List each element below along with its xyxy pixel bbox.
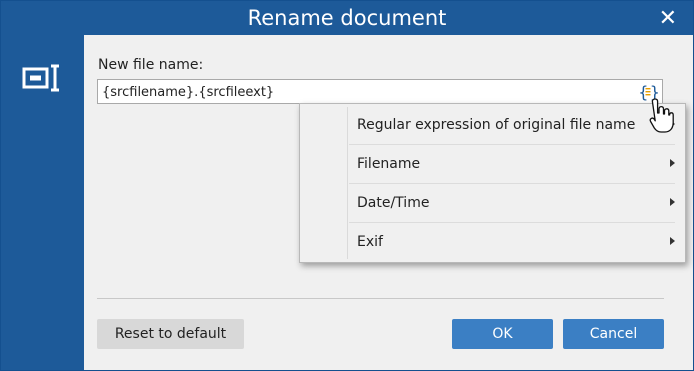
title-bar[interactable]: Rename document ✕ (1, 1, 693, 35)
footer-divider (97, 298, 664, 299)
placeholder-menu: Regular expression of original file name… (299, 103, 686, 263)
submenu-arrow-icon (670, 237, 675, 245)
reset-to-default-button[interactable]: Reset to default (97, 319, 244, 349)
menu-gutter (347, 107, 348, 259)
sidebar (1, 35, 84, 370)
submenu-arrow-icon (670, 159, 675, 167)
rename-icon (22, 64, 59, 92)
menu-item-label: Filename (357, 156, 421, 172)
menu-item-filename[interactable]: Filename (349, 145, 683, 183)
menu-item-label: Exif (357, 234, 383, 250)
rename-dialog: Rename document ✕ New file name: {srcfil… (0, 0, 694, 371)
cancel-button[interactable]: Cancel (563, 319, 664, 349)
new-file-name-label: New file name: (98, 57, 204, 73)
file-name-input[interactable]: {srcfilename}.{srcfileext} (97, 79, 663, 104)
ok-button[interactable]: OK (452, 319, 553, 349)
dialog-title: Rename document (247, 6, 447, 30)
menu-item-label: Regular expression of original file name (357, 117, 636, 133)
submenu-arrow-icon (670, 198, 675, 206)
menu-item-regex[interactable]: Regular expression of original file name (349, 106, 683, 144)
mouse-pointer-icon (649, 98, 674, 133)
menu-item-label: Date/Time (357, 195, 430, 211)
menu-item-date-time[interactable]: Date/Time (349, 184, 683, 222)
close-icon[interactable]: ✕ (659, 5, 677, 31)
menu-item-exif[interactable]: Exif (349, 223, 683, 261)
